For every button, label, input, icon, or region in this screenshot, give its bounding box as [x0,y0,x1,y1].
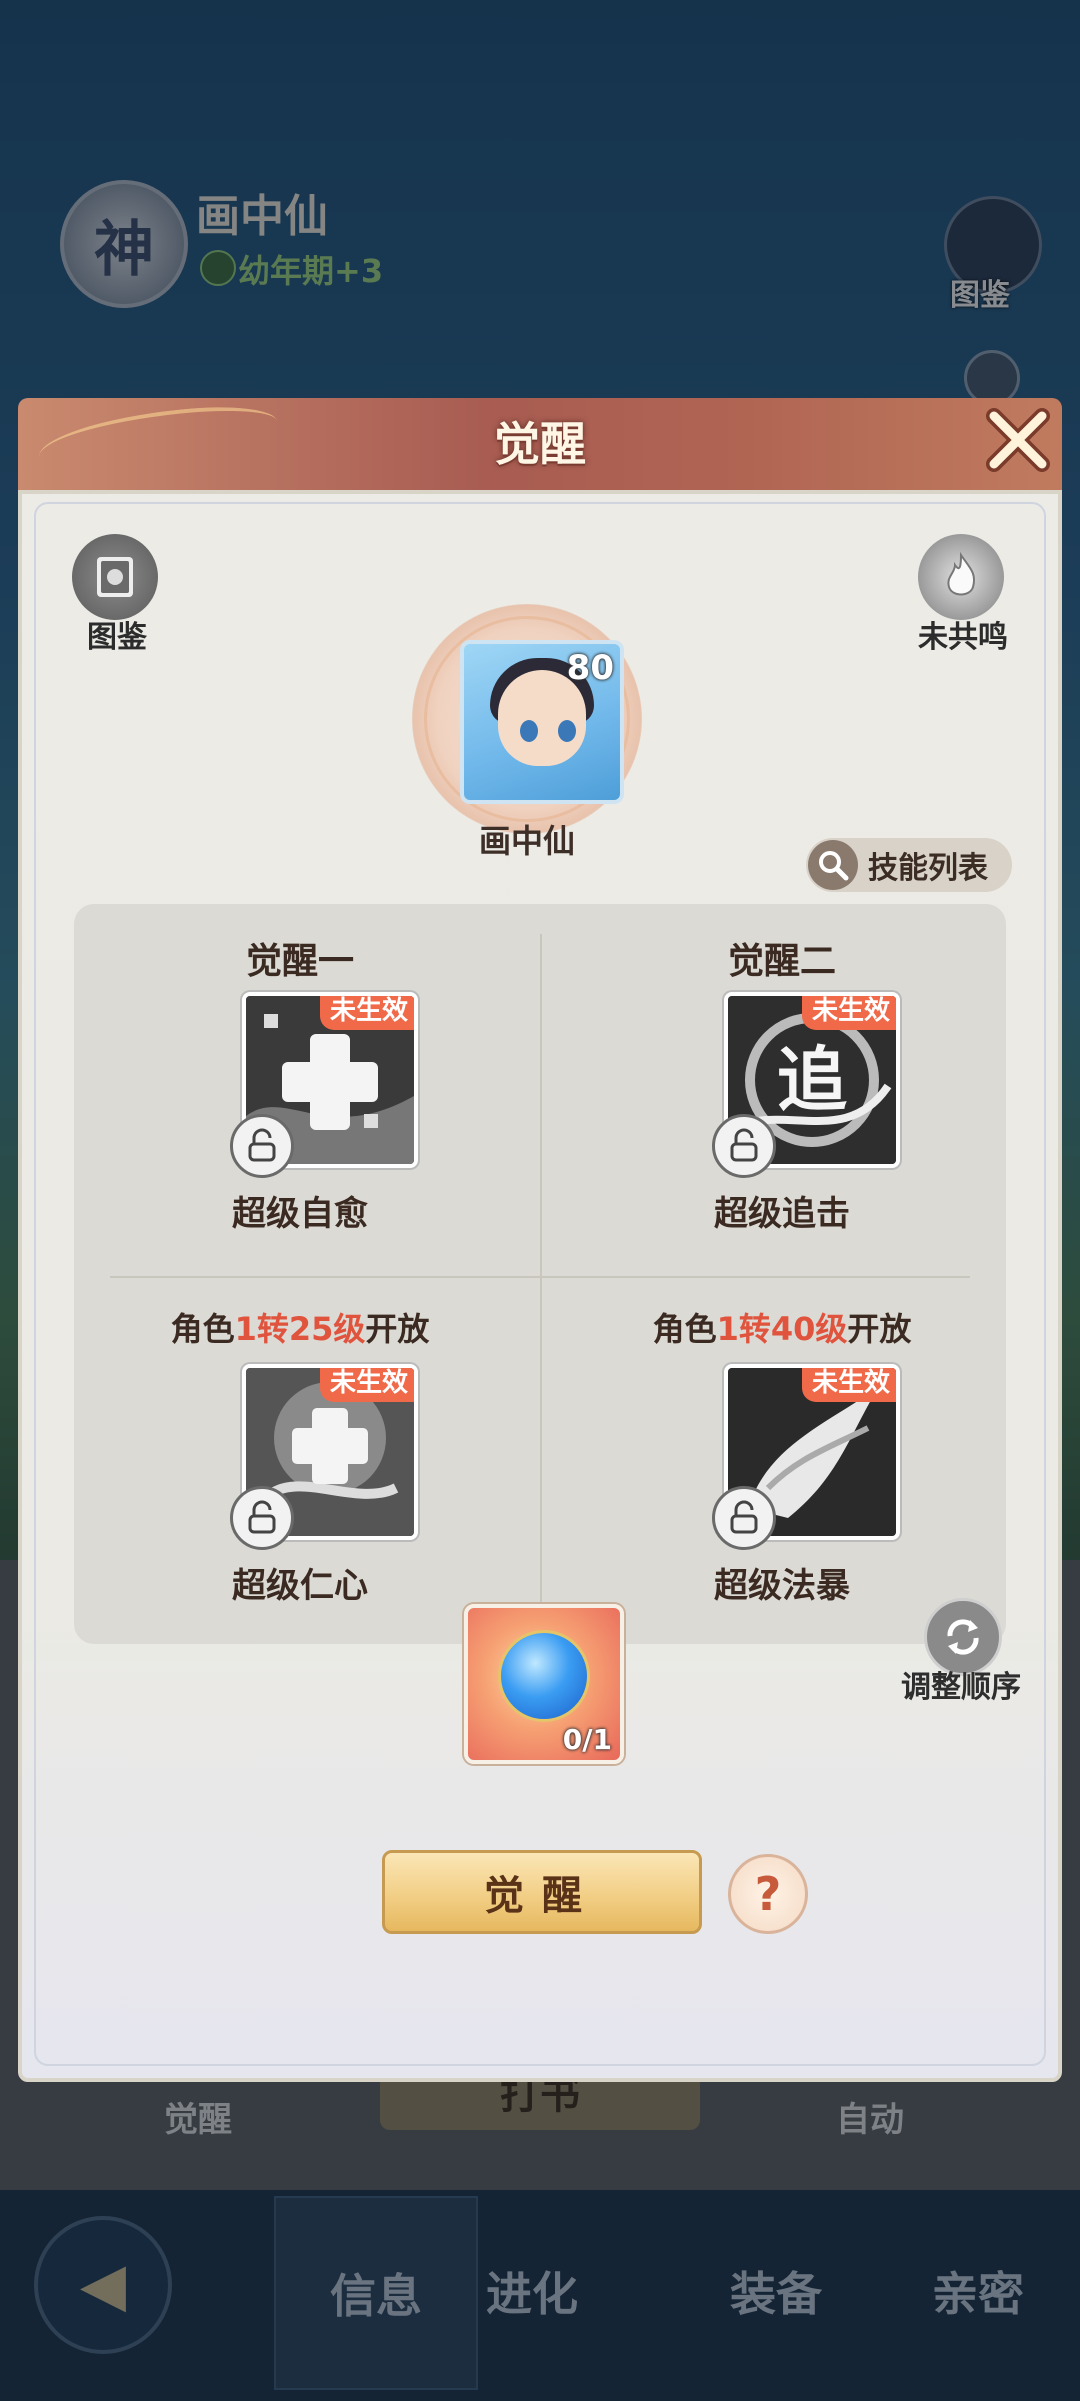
modal-body: 图鉴 未共鸣 80 画中仙 技能列表 觉醒一 未生效 超级自愈 觉醒二 追 未生… [18,490,1062,2082]
avatar-eye-left [520,720,538,742]
skill-list-button[interactable]: 技能列表 [806,838,1012,892]
skill-name: 超级法暴 [714,1566,850,1606]
not-effective-badge: 未生效 [319,1368,414,1402]
close-icon [986,408,1050,472]
codex-label: 图鉴 [87,620,147,655]
awaken-slot-4: 角色1转40级开放 未生效 超级法暴 [592,1296,972,1646]
skill-list-label: 技能列表 [868,851,988,886]
unlock-icon [230,1486,294,1550]
awaken-modal: 觉醒 图鉴 未共鸣 80 画中仙 技能列表 觉醒一 未生效 超级自愈 觉醒二 追… [18,398,1062,2082]
unlock-icon [712,1486,776,1550]
awaken-slot-3: 角色1转25级开放 未生效 超级仁心 [110,1296,490,1646]
not-effective-badge: 未生效 [319,996,414,1030]
codex-button[interactable] [72,534,158,620]
slot-title: 觉醒一 [245,941,354,982]
awaken-material-item[interactable]: 0/1 [464,1604,624,1764]
awaken-slots-panel: 觉醒一 未生效 超级自愈 觉醒二 追 未生效 超级追击 角色1转25级开放 未生… [74,904,1006,1644]
slot-title: 觉醒二 [727,941,836,982]
refresh-icon [947,1619,979,1655]
pet-avatar[interactable]: 80 [460,640,624,804]
unlock-icon [712,1114,776,1178]
search-icon [808,840,858,890]
help-question-icon[interactable]: ? [728,1854,808,1934]
svg-text:追: 追 [777,1038,847,1121]
pet-level: 80 [566,648,614,688]
unlock-requirement: 角色1转40级开放 [652,1310,912,1348]
awaken-slot-2: 觉醒二 追 未生效 超级追击 [592,924,972,1274]
spirit-orb-icon [498,1630,590,1722]
skill-name: 超级仁心 [232,1566,368,1606]
close-button[interactable] [978,400,1058,480]
awaken-button[interactable]: 觉醒 [382,1850,702,1934]
unlock-icon [230,1114,294,1178]
modal-title: 觉醒 [494,417,586,471]
grid-divider-horizontal [110,1276,970,1278]
flame-icon [947,551,975,596]
pet-name: 画中仙 [478,822,575,860]
resonance-button[interactable] [918,534,1004,620]
book-icon [97,557,133,597]
not-effective-badge: 未生效 [801,996,896,1030]
grid-divider-vertical [540,934,542,1614]
awaken-slot-1: 觉醒一 未生效 超级自愈 [110,924,490,1274]
material-count: 0/1 [562,1723,612,1756]
resonance-label: 未共鸣 [918,620,1008,655]
unlock-requirement: 角色1转25级开放 [170,1310,430,1348]
reorder-label: 调整顺序 [901,1670,1021,1705]
skill-name: 超级追击 [714,1194,850,1234]
skill-name: 超级自愈 [232,1194,368,1234]
not-effective-badge: 未生效 [801,1368,896,1402]
avatar-eye-right [558,720,576,742]
